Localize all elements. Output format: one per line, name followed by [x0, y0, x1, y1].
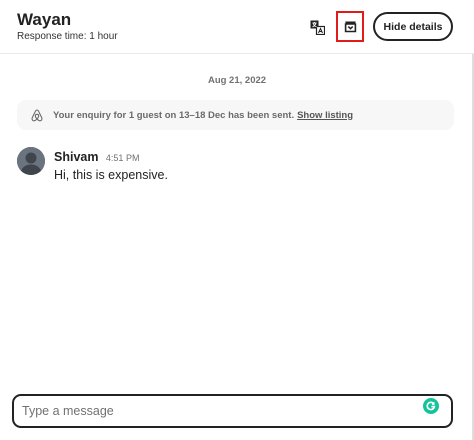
response-time: Response time: 1 hour — [17, 31, 118, 42]
message-header: Shivam 4:51 PM — [54, 148, 139, 166]
show-listing-link[interactable]: Show listing — [297, 110, 353, 121]
date-divider: Aug 21, 2022 — [207, 75, 267, 86]
archive-button[interactable] — [336, 11, 364, 42]
hide-details-button[interactable]: Hide details — [373, 12, 453, 41]
message-input[interactable] — [22, 402, 412, 420]
sender-name: Shivam — [54, 150, 99, 164]
message-time: 4:51 PM — [105, 153, 140, 163]
enquiry-notice: Your enquiry for 1 guest on 13–18 Dec ha… — [17, 100, 454, 130]
message-composer — [12, 394, 453, 428]
host-name: Wayan — [17, 10, 72, 29]
airbnb-logo-icon — [31, 108, 43, 122]
grammarly-icon[interactable] — [423, 398, 439, 414]
message-text: Hi, this is expensive. — [54, 168, 168, 182]
archive-icon — [344, 21, 356, 33]
avatar — [17, 147, 45, 175]
message-item: Shivam 4:51 PM Hi, this is expensive. — [17, 147, 447, 197]
conversation-header: Wayan Response time: 1 hour Hide details — [0, 0, 474, 54]
translate-icon — [310, 20, 325, 35]
translate-button[interactable] — [306, 16, 328, 38]
notice-text: Your enquiry for 1 guest on 13–18 Dec ha… — [53, 109, 295, 121]
